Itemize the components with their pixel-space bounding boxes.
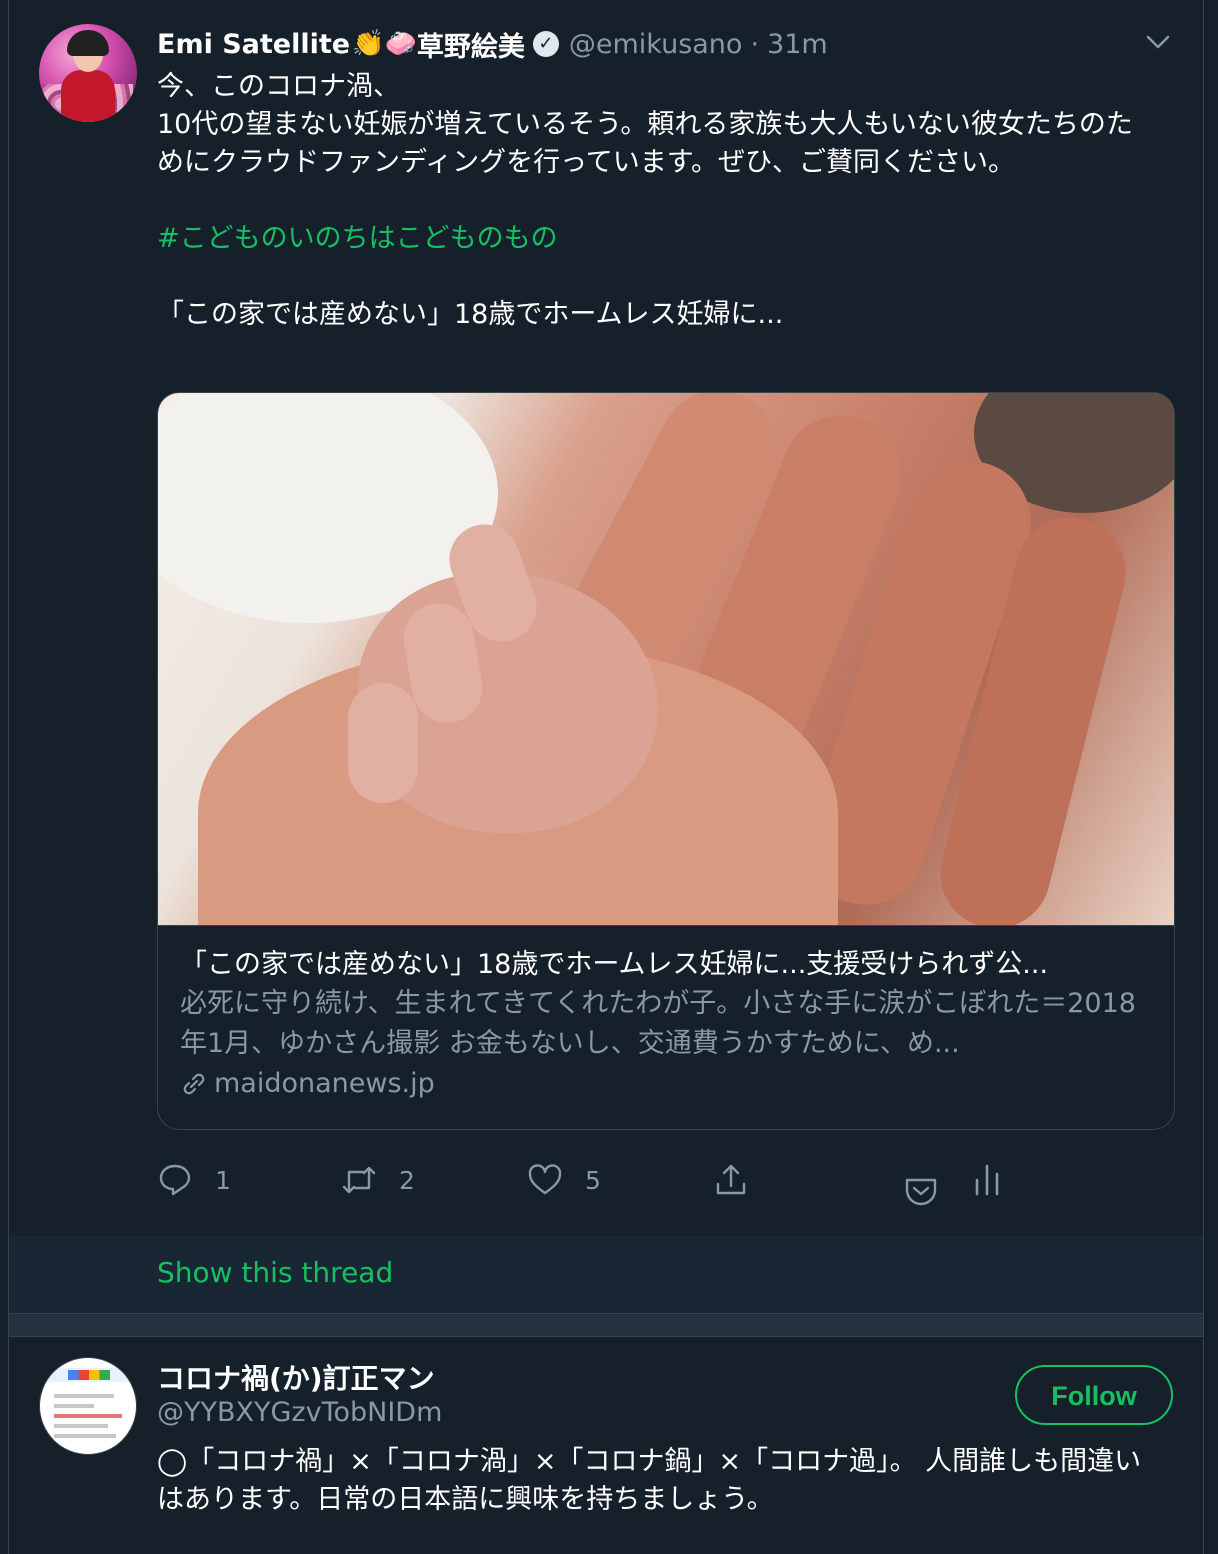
separator-dot: · [750,28,760,60]
card-body[interactable]: 「この家では産めない」18歳でホームレス妊婦に...支援受けられず公... 必死… [158,925,1174,1129]
analytics-button[interactable] [969,1162,1005,1198]
analytics-icon [975,1164,999,1196]
avatar-logo [68,1370,110,1380]
avatar-text-line [54,1404,94,1408]
pocket-icon [905,1178,937,1206]
tweet-separator [9,1314,1203,1336]
tweet-text: 今、このコロナ渦、 10代の望まない妊娠が増えているそう。頼れる家族も大人もいな… [157,68,1157,334]
avatar-text-line [54,1434,116,1438]
like-count: 5 [585,1165,601,1195]
reply-count: 1 [215,1165,231,1195]
tweet[interactable]: Emi Satellite 👏🧼 草野絵美 ✓ @emikusano · 31m… [9,0,1203,1236]
retweet-button[interactable]: 2 [341,1162,415,1198]
author-emoji: 👏🧼 [352,29,417,59]
reply-icon [159,1164,191,1196]
avatar-body [61,70,115,122]
chevron-down-icon[interactable] [1145,32,1171,52]
share-button[interactable] [713,1162,749,1198]
card-domain: maidonanews.jp [214,1068,435,1099]
tweet-text-line: 今、このコロナ渦、 [157,71,400,102]
follow-button[interactable]: Follow [1015,1365,1173,1425]
show-thread-label[interactable]: Show this thread [157,1256,393,1289]
link-icon [183,1073,205,1095]
link-title-text: 「この家では産めない」18歳でホームレス妊婦に... [157,299,784,330]
reply-author-name[interactable]: コロナ禍(か)訂正マン [157,1357,435,1397]
avatar-hair [67,30,109,56]
tweet-timestamp[interactable]: 31m [767,29,828,60]
share-icon [716,1164,746,1195]
pocket-button[interactable] [903,1172,939,1208]
user-recommendation[interactable]: コロナ禍(か)訂正マン @YYBXYGzvTobNIDm Follow ◯「コロ… [9,1336,1203,1554]
reply-avatar[interactable] [39,1357,137,1455]
card-image[interactable] [158,393,1174,925]
avatar-text-line [54,1424,108,1428]
reply-bio-text: ◯「コロナ禍」×「コロナ渦」×「コロナ鍋」×「コロナ過」。 人間誰しも間違いはあ… [157,1446,1142,1515]
verified-icon: ✓ [532,31,559,57]
show-thread-link[interactable]: Show this thread [9,1236,1203,1314]
tweet-actions: 1 2 5 [157,1162,1017,1206]
author-name-jp[interactable]: 草野絵美 [417,25,525,64]
reply-button[interactable]: 1 [157,1162,231,1198]
hashtag-link[interactable]: #こどものいのちはこどものもの [157,220,1157,258]
retweet-count: 2 [399,1165,415,1195]
author-handle[interactable]: @emikusano [569,29,743,60]
card-description: 必死に守り続け、生まれてきてくれたわが子。小さな手に涙がこぼれた＝2018年1月… [180,988,1136,1059]
link-card[interactable]: 「この家では産めない」18歳でホームレス妊婦に...支援受けられず公... 必死… [157,392,1175,1130]
tweet-text-line: 10代の望まない妊娠が増えているそう。頼れる家族も大人もいない彼女たちのためにク… [157,109,1133,178]
reply-author-handle[interactable]: @YYBXYGzvTobNIDm [157,1397,442,1428]
avatar-text-line [54,1414,122,1418]
card-title: 「この家では産めない」18歳でホームレス妊婦に...支援受けられず公... [180,949,1049,980]
like-icon [528,1164,562,1195]
image-baby-finger [348,683,418,803]
author-avatar[interactable] [39,24,137,122]
avatar-text-line [54,1394,114,1398]
tweet-header: Emi Satellite 👏🧼 草野絵美 ✓ @emikusano · 31m [157,24,828,64]
retweet-icon [342,1166,376,1194]
card-domain-row: maidonanews.jp [180,1064,1152,1104]
like-button[interactable]: 5 [527,1162,601,1198]
timeline-column: Emi Satellite 👏🧼 草野絵美 ✓ @emikusano · 31m… [8,0,1204,1554]
author-name[interactable]: Emi Satellite [157,29,350,60]
